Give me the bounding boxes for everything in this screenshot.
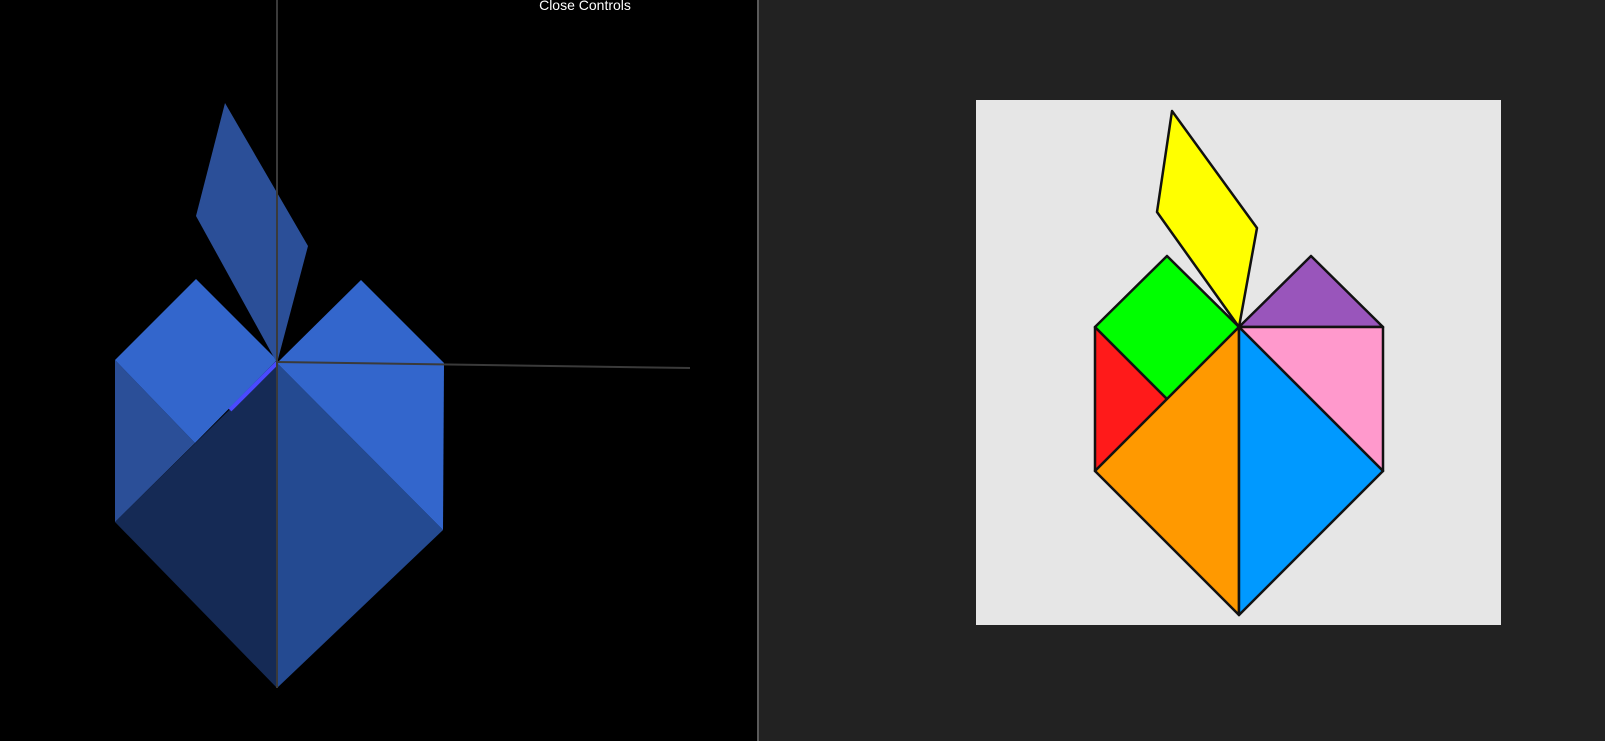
piece-small-triangle-top-right[interactable] xyxy=(277,280,444,363)
3d-scene[interactable] xyxy=(0,0,757,741)
close-controls-button[interactable]: Close Controls xyxy=(520,0,650,14)
3d-viewer-canvas[interactable]: Close Controls xyxy=(0,0,757,741)
tangram-app: Close Controls xyxy=(0,0,1605,741)
target-tangram-svg xyxy=(1093,109,1385,617)
target-puzzle-card xyxy=(976,100,1501,625)
tan-small-triangle-purple xyxy=(1237,254,1385,329)
